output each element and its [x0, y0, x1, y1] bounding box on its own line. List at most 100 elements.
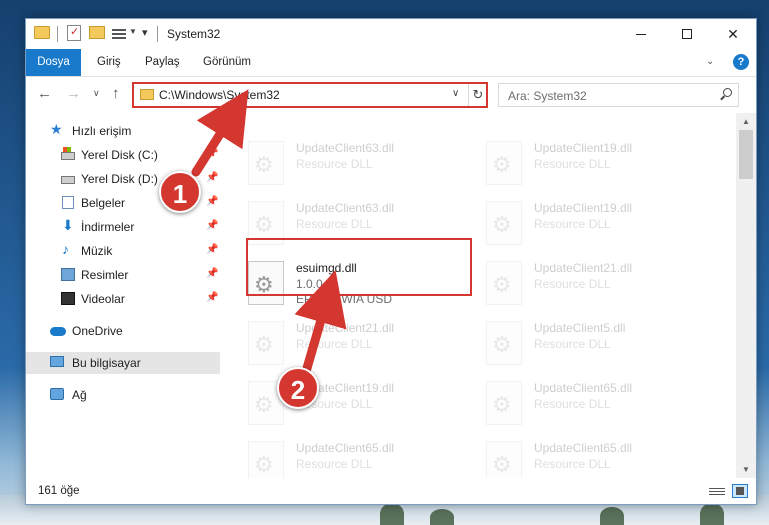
sidebar-item-label: Hızlı erişim	[72, 124, 132, 138]
help-icon[interactable]: ?	[733, 54, 749, 70]
sidebar-item-quick-access[interactable]: ★ Hızlı erişim	[26, 120, 220, 142]
foliage-shape	[430, 509, 454, 525]
star-icon: ★	[50, 121, 63, 137]
recent-locations-chevron-icon[interactable]: ∨	[93, 88, 100, 99]
sidebar-item-network[interactable]: Ağ	[26, 384, 220, 406]
sidebar-item-label: Müzik	[81, 244, 113, 258]
dll-file-icon	[486, 261, 522, 305]
up-arrow-icon[interactable]: ↑	[112, 85, 120, 102]
new-folder-icon[interactable]	[89, 26, 105, 39]
customize-quick-access-button[interactable]: ▾	[142, 26, 148, 39]
window-title: System32	[167, 27, 221, 41]
chevron-down-icon[interactable]: ▼	[129, 27, 137, 36]
quick-access-separator	[57, 26, 58, 42]
file-name: UpdateClient21.dll	[296, 321, 395, 335]
pin-icon[interactable]: 📌	[206, 148, 218, 159]
file-item[interactable]: UpdateClient19.dll Resource DLL	[486, 137, 716, 193]
file-item[interactable]: UpdateClient65.dll Resource DLL	[248, 437, 478, 478]
search-input[interactable]: Ara: System32	[498, 83, 739, 107]
pin-icon[interactable]: 📌	[206, 220, 218, 231]
title-bar: ▼ ▾ System32 ✕	[26, 19, 756, 49]
folder-icon	[34, 26, 50, 39]
step-2-badge: 2	[277, 367, 319, 409]
foliage-shape	[600, 507, 624, 525]
computer-icon	[50, 356, 64, 367]
scroll-up-icon[interactable]: ▲	[736, 113, 756, 130]
scrollbar-thumb[interactable]	[739, 130, 753, 179]
sidebar-item-pictures[interactable]: Resimler 📌	[26, 264, 220, 286]
tab-share[interactable]: Paylaş	[133, 49, 192, 76]
network-icon	[50, 388, 64, 400]
sidebar-item-local-disk-c[interactable]: Yerel Disk (C:) 📌	[26, 144, 220, 166]
file-name: UpdateClient63.dll	[296, 141, 395, 155]
sidebar-item-downloads[interactable]: ⬇ İndirmeler 📌	[26, 216, 220, 238]
drive-icon	[61, 176, 75, 184]
vertical-scrollbar[interactable]: ▲ ▼	[736, 113, 756, 478]
scroll-down-icon[interactable]: ▼	[736, 461, 756, 478]
expand-ribbon-icon[interactable]: ⌄	[706, 56, 714, 67]
maximize-button[interactable]	[664, 19, 710, 49]
sidebar-item-videos[interactable]: Videolar 📌	[26, 288, 220, 310]
file-item[interactable]: UpdateClient65.dll Resource DLL	[486, 437, 716, 478]
pin-icon[interactable]: 📌	[206, 172, 218, 183]
minimize-button[interactable]	[618, 19, 664, 49]
tab-file[interactable]: Dosya	[26, 49, 81, 76]
forward-arrow-icon[interactable]: →	[66, 85, 81, 102]
properties-icon[interactable]	[67, 25, 81, 41]
sidebar-item-label: Yerel Disk (C:)	[81, 148, 158, 162]
dll-file-icon	[486, 201, 522, 245]
dll-file-icon	[486, 141, 522, 185]
large-icons-view-icon[interactable]	[732, 484, 748, 498]
cloud-icon	[50, 327, 66, 336]
sidebar-item-music[interactable]: ♪ Müzik 📌	[26, 240, 220, 262]
drive-icon	[61, 147, 75, 160]
sidebar-item-label: Videolar	[81, 292, 125, 306]
details-view-icon[interactable]	[709, 486, 725, 497]
file-type: Resource DLL	[296, 157, 373, 171]
foliage-shape	[380, 503, 404, 525]
sidebar-item-label: Belgeler	[81, 196, 126, 210]
tab-home[interactable]: Giriş	[85, 49, 133, 76]
address-highlight-box	[132, 82, 488, 108]
file-item[interactable]: UpdateClient63.dll Resource DLL	[248, 137, 478, 193]
close-button[interactable]: ✕	[710, 19, 756, 49]
file-type: Resource DLL	[534, 397, 611, 411]
file-item[interactable]: UpdateClient65.dll Resource DLL	[486, 377, 716, 433]
search-placeholder: Ara: System32	[508, 89, 587, 103]
file-type: Resource DLL	[534, 277, 611, 291]
dll-file-icon	[248, 441, 284, 478]
pin-icon[interactable]: 📌	[206, 292, 218, 303]
pictures-icon	[61, 268, 75, 281]
foliage-shape	[700, 503, 724, 525]
view-options-icon[interactable]	[112, 27, 126, 41]
pin-icon[interactable]: 📌	[206, 244, 218, 255]
file-item[interactable]: UpdateClient19.dll Resource DLL	[486, 197, 716, 253]
download-icon: ⬇	[62, 217, 74, 233]
maximize-icon	[682, 29, 692, 39]
dll-file-icon	[486, 381, 522, 425]
music-icon: ♪	[62, 241, 69, 257]
search-icon[interactable]	[719, 88, 733, 102]
file-name: UpdateClient19.dll	[534, 141, 633, 155]
pin-icon[interactable]: 📌	[206, 268, 218, 279]
file-item[interactable]: UpdateClient5.dll Resource DLL	[486, 317, 716, 373]
file-item[interactable]: UpdateClient21.dll Resource DLL	[486, 257, 716, 313]
dll-file-icon	[248, 321, 284, 365]
file-type: Resource DLL	[296, 337, 373, 351]
status-bar: 161 öğe	[26, 478, 756, 504]
sidebar-item-label: Ağ	[72, 388, 87, 402]
sidebar-item-label: Yerel Disk (D:)	[81, 172, 158, 186]
sidebar-item-label: Bu bilgisayar	[72, 356, 141, 370]
file-explorer-window: ▼ ▾ System32 ✕ Dosya Giriş Paylaş Görünü…	[25, 18, 757, 505]
dll-file-icon	[248, 141, 284, 185]
file-name: UpdateClient65.dll	[534, 441, 633, 455]
pin-icon[interactable]: 📌	[206, 196, 218, 207]
file-name: UpdateClient63.dll	[296, 201, 395, 215]
sidebar-item-this-pc[interactable]: Bu bilgisayar	[26, 352, 220, 374]
file-name: UpdateClient5.dll	[534, 321, 626, 335]
file-highlight-box	[246, 238, 472, 296]
sidebar-item-onedrive[interactable]: OneDrive	[26, 320, 220, 342]
file-item[interactable]: UpdateClient21.dll Resource DLL	[248, 317, 478, 373]
tab-view[interactable]: Görünüm	[191, 49, 263, 76]
back-arrow-icon[interactable]: ←	[37, 85, 52, 102]
